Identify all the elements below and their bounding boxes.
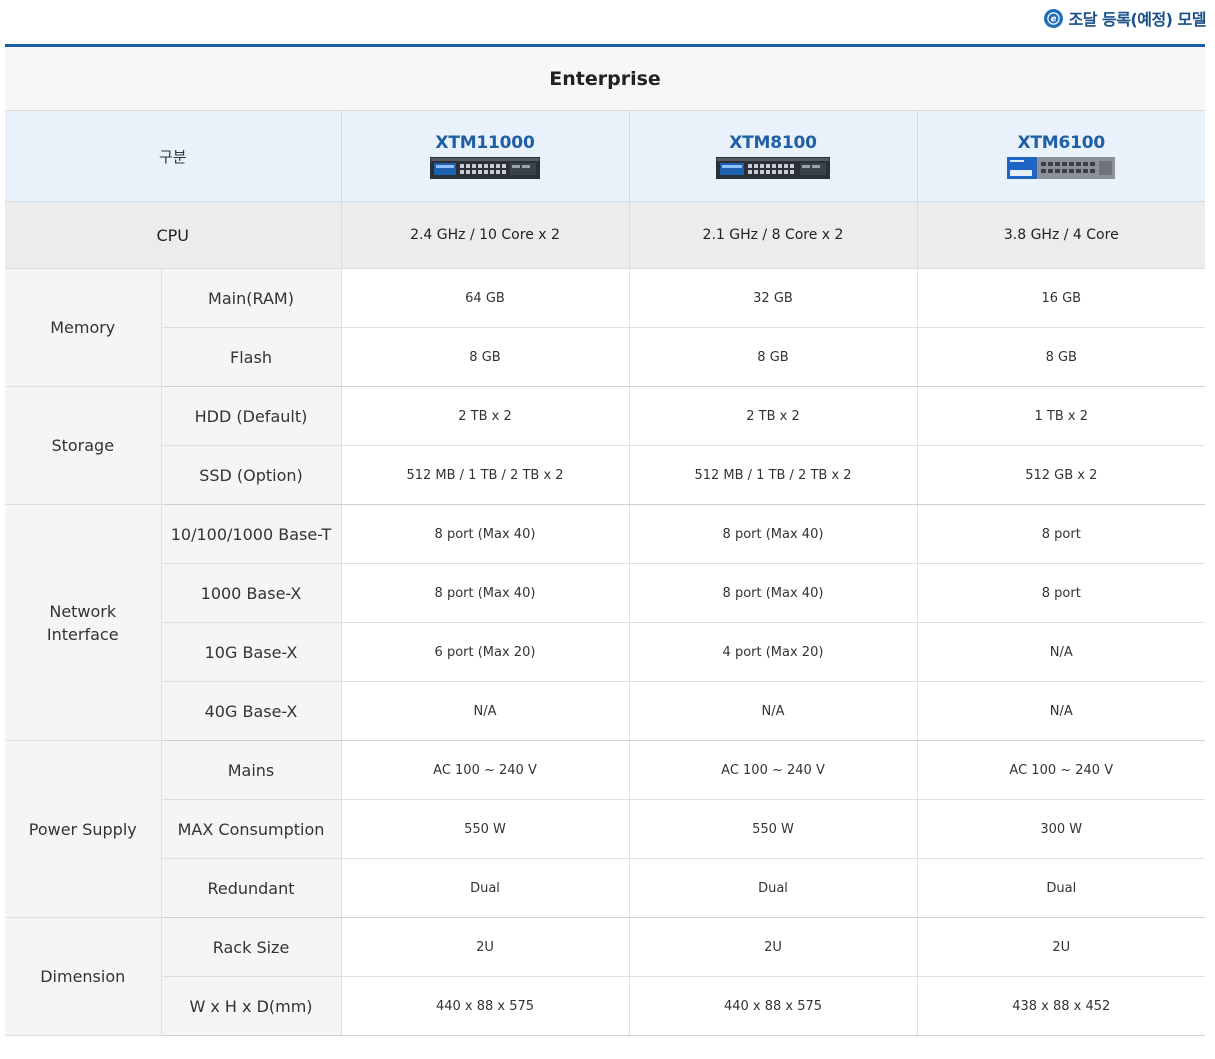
procurement-legend-text: 조달 등록(예정) 모델	[1068, 10, 1206, 29]
spec-value: 4 port (Max 20)	[629, 622, 918, 682]
model-name: XTM11000	[435, 133, 535, 153]
spec-row: W x H x D(mm) 440 x 88 x 575 440 x 88 x 57…	[5, 976, 1206, 1036]
spec-value: 8 GB	[341, 327, 630, 387]
spec-value: AC 100 ~ 240 V	[341, 740, 630, 800]
cpu-value: 3.8 GHz / 4 Core	[917, 201, 1206, 269]
spec-row: 10G Base-X 6 port (Max 20) 4 port (Max 20)…	[5, 622, 1206, 682]
spec-row-label: 10/100/1000 Base-T	[161, 504, 342, 564]
spec-value: 512 MB / 1 TB / 2 TB x 2	[341, 445, 630, 505]
spec-row: Redundant Dual Dual Dual	[5, 858, 1206, 918]
spec-row-label: 1000 Base-X	[161, 563, 342, 623]
appliance-image	[716, 157, 830, 179]
spec-value: 550 W	[629, 799, 918, 859]
spec-group-label: Memory	[5, 268, 162, 387]
spec-value: 8 GB	[629, 327, 918, 387]
spec-value: 2U	[917, 917, 1206, 977]
spec-row-label: Flash	[161, 327, 342, 387]
spec-row: MAX Consumption 550 W 550 W 300 W	[5, 799, 1206, 859]
spec-value: N/A	[629, 681, 918, 741]
spec-row-label: HDD (Default)	[161, 386, 342, 446]
spec-row: Dimension Rack Size 2U 2U 2U	[5, 917, 1206, 1036]
spec-row-label: Rack Size	[161, 917, 342, 977]
spec-value: 16 GB	[917, 268, 1206, 328]
spec-row: 40G Base-X N/A N/A N/A	[5, 681, 1206, 741]
spec-value: 512 GB x 2	[917, 445, 1206, 505]
model-name: XTM6100	[1017, 133, 1106, 153]
model-header-row: 구분 XTM11000 XTM8100 XTM6100	[5, 110, 1206, 202]
spec-value: 8 GB	[917, 327, 1206, 387]
spec-value: 8 port (Max 40)	[629, 563, 918, 623]
spec-row-label: 40G Base-X	[161, 681, 342, 741]
appliance-image	[1007, 157, 1116, 179]
header-label-category: 구분	[5, 110, 342, 202]
spec-value: 440 x 88 x 575	[629, 976, 918, 1036]
spec-group-label: Network Interface	[5, 504, 162, 741]
spec-value: Dual	[917, 858, 1206, 918]
spec-value: 64 GB	[341, 268, 630, 328]
spec-value: 300 W	[917, 799, 1206, 859]
spec-value: N/A	[917, 681, 1206, 741]
spec-group-label: Dimension	[5, 917, 162, 1036]
spec-value: 2U	[629, 917, 918, 977]
spec-group-label: Storage	[5, 386, 162, 505]
cpu-value: 2.4 GHz / 10 Core x 2	[341, 201, 630, 269]
spec-value: 8 port (Max 40)	[341, 563, 630, 623]
spec-value: 8 port	[917, 504, 1206, 564]
spec-value: 1 TB x 2	[917, 386, 1206, 446]
appliance-image	[430, 157, 540, 179]
spec-value: 2 TB x 2	[341, 386, 630, 446]
spec-value: 8 port	[917, 563, 1206, 623]
spec-row-cpu: CPU 2.4 GHz / 10 Core x 2 2.1 GHz / 8 Co…	[5, 201, 1206, 269]
page-topbar: e 조달 등록(예정) 모델	[0, 0, 1215, 44]
spec-row-label: W x H x D(mm)	[161, 976, 342, 1036]
spec-value: Dual	[341, 858, 630, 918]
spec-row: SSD (Option) 512 MB / 1 TB / 2 TB x 2 512 …	[5, 445, 1206, 505]
spec-row-label: Redundant	[161, 858, 342, 918]
spec-value: 6 port (Max 20)	[341, 622, 630, 682]
spec-row: Memory Main(RAM) 64 GB 32 GB 16 GB	[5, 268, 1206, 387]
spec-row: 1000 Base-X 8 port (Max 40) 8 port (Max 40…	[5, 563, 1206, 623]
model-header-xtm8100: XTM8100	[629, 110, 918, 202]
spec-value: N/A	[341, 681, 630, 741]
spec-row: Network Interface 10/100/1000 Base-T 8 port…	[5, 504, 1206, 741]
spec-row-label: 10G Base-X	[161, 622, 342, 682]
spec-value: 2 TB x 2	[629, 386, 918, 446]
spec-value: 550 W	[341, 799, 630, 859]
spec-row-label: Mains	[161, 740, 342, 800]
spec-value: 8 port (Max 40)	[629, 504, 918, 564]
spec-group-label: Power Supply	[5, 740, 162, 918]
spec-row-label: SSD (Option)	[161, 445, 342, 505]
spec-value: 440 x 88 x 575	[341, 976, 630, 1036]
table-title: Enterprise	[5, 45, 1206, 111]
model-header-xtm6100: XTM6100	[917, 110, 1206, 202]
spec-value: 2U	[341, 917, 630, 977]
spec-value: 8 port (Max 40)	[341, 504, 630, 564]
spec-row-label: Main(RAM)	[161, 268, 342, 328]
spec-value: AC 100 ~ 240 V	[917, 740, 1206, 800]
spec-value: 438 x 88 x 452	[917, 976, 1206, 1036]
spec-value: N/A	[917, 622, 1206, 682]
model-header-xtm11000: XTM11000	[341, 110, 630, 202]
spec-value: Dual	[629, 858, 918, 918]
spec-row: Power Supply Mains AC 100 ~ 240 V AC 100 ~ …	[5, 740, 1206, 918]
cpu-label: CPU	[5, 201, 342, 269]
spec-row: Flash 8 GB 8 GB 8 GB	[5, 327, 1206, 387]
spec-row-label: MAX Consumption	[161, 799, 342, 859]
spec-value: 512 MB / 1 TB / 2 TB x 2	[629, 445, 918, 505]
procurement-legend: e 조달 등록(예정) 모델	[1044, 6, 1206, 30]
spec-value: 32 GB	[629, 268, 918, 328]
svg-text:e: e	[1051, 14, 1057, 24]
table-title-row: Enterprise	[5, 45, 1206, 111]
spec-comparison-table: Enterprise 구분 XTM11000 XTM8100 XTM6100 C…	[5, 44, 1206, 1036]
spec-row: Storage HDD (Default) 2 TB x 22 TB x 21 TB…	[5, 386, 1206, 505]
model-name: XTM8100	[729, 133, 817, 153]
procurement-e-icon: e	[1044, 8, 1064, 28]
cpu-value: 2.1 GHz / 8 Core x 2	[629, 201, 918, 269]
spec-value: AC 100 ~ 240 V	[629, 740, 918, 800]
